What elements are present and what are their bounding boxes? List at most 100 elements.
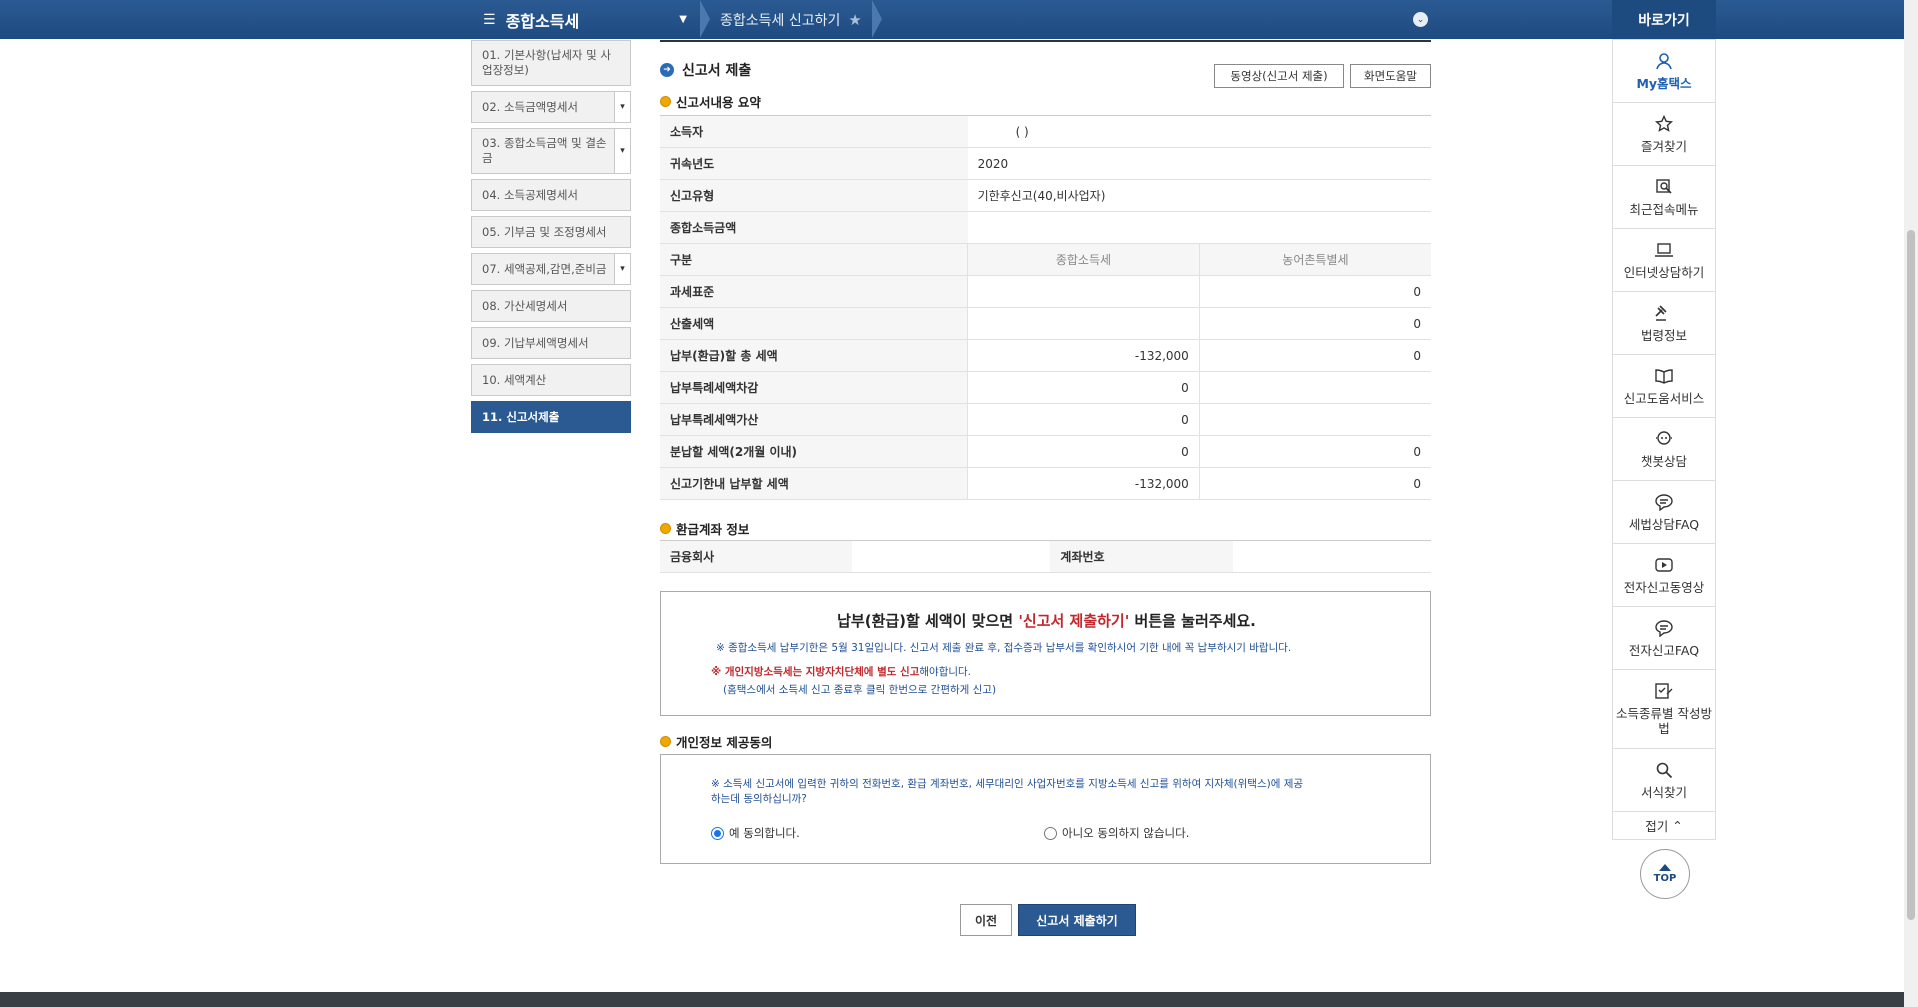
quick-link-law-info[interactable]: 법령정보 xyxy=(1613,292,1715,355)
quick-link-online-consult[interactable]: 인터넷상담하기 xyxy=(1613,229,1715,292)
quick-link-favorites[interactable]: 즐겨찾기 xyxy=(1613,103,1715,166)
scrollbar[interactable] xyxy=(1904,0,1918,1007)
bullet-icon xyxy=(660,736,671,747)
submit-button[interactable]: 신고서 제출하기 xyxy=(1018,904,1136,936)
step-item-05[interactable]: 05. 기부금 및 조정명세서 xyxy=(471,216,631,248)
chatbot-icon xyxy=(1656,430,1672,445)
step-item-03[interactable]: 03. 종합소득금액 및 결손금 ▾ xyxy=(471,128,631,174)
year-value: 2020 xyxy=(967,147,1431,180)
consent-yes-option[interactable]: 예 동의합니다. xyxy=(711,825,800,841)
arrow-right-icon: ➜ xyxy=(660,63,674,77)
table-row: 소득자 ( ) xyxy=(660,115,1431,148)
chevron-down-icon[interactable]: ▾ xyxy=(614,92,630,122)
recent-search-icon xyxy=(1656,178,1672,194)
notice-deadline: ※ 종합소득세 납부기한은 5월 31일입니다. 신고서 제출 완료 후, 접수… xyxy=(716,642,1292,654)
bank-label: 금융회사 xyxy=(660,540,853,573)
scroll-to-top-button[interactable]: TOP xyxy=(1640,849,1690,899)
taxpayer-label: 소득자 xyxy=(660,115,968,148)
consent-no-option[interactable]: 아니오 동의하지 않습니다. xyxy=(1044,825,1189,841)
table-row: 구분 종합소득세 농어촌특별세 xyxy=(660,243,1431,276)
refund-title: 환급계좌 정보 xyxy=(660,519,749,538)
table-row: 신고유형 기한후신고(40,비사업자) xyxy=(660,179,1431,212)
summary-title: 신고서내용 요약 xyxy=(660,92,761,111)
help-button[interactable]: 화면도움말 xyxy=(1350,64,1431,88)
quick-link-form-search[interactable]: 서식찾기 xyxy=(1613,749,1715,812)
laptop-icon xyxy=(1655,242,1673,257)
main-menu-title: 종합소득세 xyxy=(505,11,580,31)
arrow-up-icon xyxy=(1659,864,1671,871)
submit-notice-box: 납부(환급)할 세액이 맞으면 '신고서 제출하기' 버튼을 눌러주세요. ※ … xyxy=(660,591,1431,716)
chevron-up-icon: ⌃ xyxy=(1668,818,1683,833)
quick-links-title: 바로가기 xyxy=(1612,0,1716,39)
main-menu-dropdown[interactable]: ☰ 종합소득세 ▼ xyxy=(471,0,701,39)
breadcrumb-separator-end xyxy=(872,0,882,38)
footer-bar xyxy=(0,992,1904,1007)
table-row: 신고기한내 납부할 세액 -132,000 0 xyxy=(660,467,1431,500)
notice-local-tax: ※ 개인지방소득세는 지방자치단체에 별도 신고해야합니다. xyxy=(711,666,972,678)
chevron-down-icon[interactable]: ▾ xyxy=(614,129,630,173)
taxpayer-value: ( ) xyxy=(967,115,1431,148)
table-row: 산출세액 0 xyxy=(660,307,1431,340)
step-sidebar: 01. 기본사항(납세자 및 사업장정보) 02. 소득금액명세서 ▾ 03. 종… xyxy=(471,40,631,438)
table-row: 금융회사 계좌번호 xyxy=(660,540,1431,573)
category-label: 구분 xyxy=(660,243,968,276)
consent-title: 개인정보 제공동의 xyxy=(660,732,772,751)
step-item-02[interactable]: 02. 소득금액명세서 ▾ xyxy=(471,91,631,123)
step-item-01[interactable]: 01. 기본사항(납세자 및 사업장정보) xyxy=(471,40,631,86)
table-row: 납부특례세액차감 0 xyxy=(660,371,1431,404)
step-item-08[interactable]: 08. 가산세명세서 xyxy=(471,290,631,322)
expand-chevron-icon[interactable]: ⌄ xyxy=(1413,12,1428,27)
quick-link-filing-faq[interactable]: 전자신고FAQ xyxy=(1613,607,1715,670)
quick-link-recent[interactable]: 최근접속메뉴 xyxy=(1613,166,1715,229)
step-item-04[interactable]: 04. 소득공제명세서 xyxy=(471,179,631,211)
book-icon xyxy=(1655,368,1673,384)
year-label: 귀속년도 xyxy=(660,147,968,180)
star-icon xyxy=(1655,114,1673,132)
table-row: 귀속년도 2020 xyxy=(660,147,1431,180)
step-item-07[interactable]: 07. 세액공제,감면,준비금 ▾ xyxy=(471,253,631,285)
quick-link-filing-help[interactable]: 신고도움서비스 xyxy=(1613,355,1715,418)
step-item-10[interactable]: 10. 세액계산 xyxy=(471,364,631,396)
step-item-09[interactable]: 09. 기납부세액명세서 xyxy=(471,327,631,359)
type-label: 신고유형 xyxy=(660,179,968,212)
video-button[interactable]: 동영상(신고서 제출) xyxy=(1214,64,1344,88)
quick-link-chatbot[interactable]: 챗봇상담 xyxy=(1613,418,1715,481)
notice-headline: 납부(환급)할 세액이 맞으면 '신고서 제출하기' 버튼을 눌러주세요. xyxy=(837,612,1256,630)
account-value xyxy=(1232,540,1431,573)
income-label: 종합소득금액 xyxy=(660,211,968,244)
breadcrumb-separator xyxy=(700,0,710,38)
search-icon xyxy=(1656,762,1673,778)
gavel-icon xyxy=(1655,304,1667,321)
chevron-down-icon[interactable]: ▾ xyxy=(614,254,630,284)
column-header: 농어촌특별세 xyxy=(1198,243,1431,276)
bullet-icon xyxy=(660,523,671,534)
quick-link-my-hometax[interactable]: My홈택스 xyxy=(1613,40,1715,103)
consent-text: ※ 소득세 신고서에 입력한 귀하의 전화번호, 환급 계좌번호, 세무대리인 … xyxy=(711,778,1304,805)
quick-link-filing-video[interactable]: 전자신고동영상 xyxy=(1613,544,1715,607)
step-item-11[interactable]: 11. 신고서제출 xyxy=(471,401,631,433)
person-icon xyxy=(1656,52,1672,69)
prev-button[interactable]: 이전 xyxy=(960,904,1012,936)
speech-bubble-icon xyxy=(1655,493,1673,511)
bank-value xyxy=(852,540,1051,573)
breadcrumb-current[interactable]: 종합소득세 신고하기 xyxy=(720,10,840,30)
table-row: 납부특례세액가산 0 xyxy=(660,403,1431,436)
table-row: 납부(환급)할 총 세액 -132,000 0 xyxy=(660,339,1431,372)
quick-link-writing-guide[interactable]: 소득종류별 작성방법 xyxy=(1613,670,1715,749)
consent-yes-radio[interactable] xyxy=(711,826,724,840)
summary-table: 소득자 ( ) 귀속년도 2020 신고유형 기한후신고(40,비사업자) 종합… xyxy=(660,115,1431,500)
scrollbar-thumb[interactable] xyxy=(1907,230,1915,920)
hamburger-icon: ☰ xyxy=(483,11,496,28)
fold-button[interactable]: 접기 ⌃ xyxy=(1613,812,1715,839)
chevron-down-icon: ▼ xyxy=(679,14,687,25)
consent-box: ※ 소득세 신고서에 입력한 귀하의 전화번호, 환급 계좌번호, 세무대리인 … xyxy=(660,754,1431,864)
divider xyxy=(660,40,1431,42)
notice-local-tax-hint: (홈택스에서 소득세 신고 종료후 클릭 한번으로 간편하게 신고) xyxy=(723,684,997,696)
favorite-star-icon[interactable]: ★ xyxy=(848,11,861,29)
page-title: ➜ 신고서 제출 xyxy=(660,60,751,80)
type-value: 기한후신고(40,비사업자) xyxy=(967,179,1431,212)
quick-link-tax-faq[interactable]: 세법상담FAQ xyxy=(1613,481,1715,544)
consent-no-radio[interactable] xyxy=(1044,826,1057,840)
table-row: 과세표준 0 xyxy=(660,275,1431,308)
table-row: 종합소득금액 xyxy=(660,211,1431,244)
